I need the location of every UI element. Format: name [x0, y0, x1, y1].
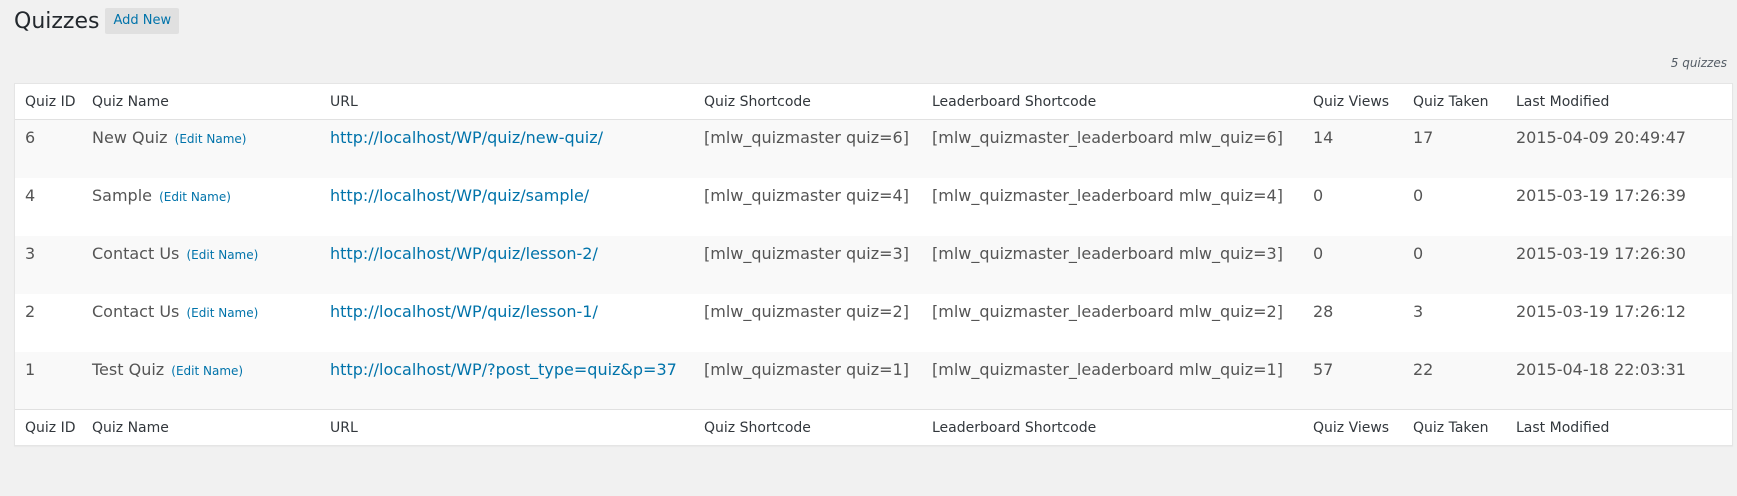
- last-modified-cell: 2015-04-09 20:49:47: [1516, 128, 1686, 147]
- table-footer-row: Quiz ID Quiz Name URL Quiz Shortcode Lea…: [15, 409, 1732, 445]
- quiz-shortcode-cell: [mlw_quizmaster quiz=2]: [704, 301, 909, 321]
- footer-header-quiz-shortcode: Quiz Shortcode: [694, 409, 922, 445]
- quiz-shortcode-cell: [mlw_quizmaster quiz=6]: [704, 128, 909, 147]
- last-modified-cell: 2015-03-19 17:26:30: [1516, 243, 1686, 263]
- column-header-quiz-shortcode: Quiz Shortcode: [694, 84, 922, 120]
- column-header-quiz-name: Quiz Name: [82, 84, 320, 120]
- quiz-shortcode-cell: [mlw_quizmaster quiz=3]: [704, 243, 909, 263]
- url-cell: http://localhost/WP/?post_type=quiz&p=37: [320, 352, 694, 410]
- quiz-url-link[interactable]: http://localhost/WP/quiz/new-quiz/: [330, 128, 603, 147]
- edit-name-link[interactable]: (Edit Name): [186, 306, 258, 320]
- edit-name-link[interactable]: (Edit Name): [159, 190, 231, 204]
- quiz-count: 5 quizzes: [1670, 56, 1727, 70]
- quiz-views-cell: 0: [1313, 185, 1324, 205]
- table-row: 3 Contact Us (Edit Name) http://localhos…: [15, 235, 1732, 294]
- table-row: 2 Contact Us (Edit Name) http://localhos…: [15, 294, 1732, 352]
- quizzes-table: Quiz ID Quiz Name URL Quiz Shortcode Lea…: [15, 84, 1732, 445]
- quiz-name: Contact Us: [92, 301, 180, 321]
- table-row: 1 Test Quiz (Edit Name) http://localhost…: [15, 351, 1732, 410]
- table-header-row: Quiz ID Quiz Name URL Quiz Shortcode Lea…: [15, 84, 1732, 120]
- quizzes-table-container: Quiz ID Quiz Name URL Quiz Shortcode Lea…: [14, 83, 1733, 446]
- quiz-name-cell: New Quiz (Edit Name): [82, 120, 320, 178]
- footer-header-last-modified: Last Modified: [1506, 409, 1732, 445]
- quiz-id-cell: 1: [25, 359, 36, 379]
- last-modified-cell: 2015-03-19 17:26:12: [1516, 301, 1686, 321]
- quiz-id-cell: 2: [25, 301, 36, 321]
- table-row: 4 Sample (Edit Name) http://localhost/WP…: [15, 178, 1732, 236]
- last-modified-cell: 2015-04-18 22:03:31: [1516, 359, 1686, 379]
- quiz-name-cell: Contact Us (Edit Name): [82, 236, 320, 294]
- footer-header-quiz-taken: Quiz Taken: [1403, 409, 1506, 445]
- footer-header-url: URL: [320, 409, 694, 445]
- leaderboard-shortcode-cell: [mlw_quizmaster_leaderboard mlw_quiz=2]: [932, 301, 1283, 321]
- quiz-name-cell: Test Quiz (Edit Name): [82, 352, 320, 410]
- table-row: 6 New Quiz (Edit Name) http://localhost/…: [15, 119, 1732, 178]
- page-header: Quizzes Add New: [14, 8, 180, 34]
- url-cell: http://localhost/WP/quiz/sample/: [320, 178, 694, 236]
- column-header-url: URL: [320, 84, 694, 120]
- quiz-url-link[interactable]: http://localhost/WP/quiz/lesson-1/: [330, 302, 598, 321]
- quiz-views-cell: 14: [1313, 128, 1334, 147]
- quiz-url-link[interactable]: http://localhost/WP/quiz/lesson-2/: [330, 244, 598, 263]
- leaderboard-shortcode-cell: [mlw_quizmaster_leaderboard mlw_quiz=6]: [932, 128, 1283, 147]
- quiz-taken-cell: 3: [1413, 301, 1424, 321]
- quiz-id-cell: 4: [25, 185, 36, 205]
- column-header-last-modified: Last Modified: [1506, 84, 1732, 120]
- quiz-name: Sample: [92, 185, 152, 205]
- quiz-name-cell: Contact Us (Edit Name): [82, 294, 320, 352]
- quiz-views-cell: 0: [1313, 243, 1324, 263]
- quiz-name: Contact Us: [92, 243, 180, 263]
- quiz-taken-cell: 0: [1413, 185, 1424, 205]
- quiz-name: Test Quiz: [92, 359, 165, 379]
- quiz-url-link[interactable]: http://localhost/WP/quiz/sample/: [330, 186, 589, 205]
- quiz-taken-cell: 0: [1413, 243, 1424, 263]
- edit-name-link[interactable]: (Edit Name): [186, 248, 258, 262]
- footer-header-quiz-name: Quiz Name: [82, 409, 320, 445]
- footer-header-quiz-id: Quiz ID: [15, 409, 82, 445]
- quiz-id-cell: 6: [25, 128, 36, 147]
- column-header-quiz-taken: Quiz Taken: [1403, 84, 1506, 120]
- add-new-button[interactable]: Add New: [105, 8, 180, 34]
- edit-name-link[interactable]: (Edit Name): [175, 132, 247, 146]
- quiz-shortcode-cell: [mlw_quizmaster quiz=4]: [704, 185, 909, 205]
- footer-header-leaderboard-shortcode: Leaderboard Shortcode: [922, 409, 1303, 445]
- quiz-url-link[interactable]: http://localhost/WP/?post_type=quiz&p=37: [330, 360, 677, 379]
- last-modified-cell: 2015-03-19 17:26:39: [1516, 185, 1686, 205]
- quiz-taken-cell: 17: [1413, 128, 1434, 147]
- quiz-shortcode-cell: [mlw_quizmaster quiz=1]: [704, 359, 909, 379]
- page-title: Quizzes: [14, 8, 100, 34]
- quiz-taken-cell: 22: [1413, 359, 1434, 379]
- quiz-name-cell: Sample (Edit Name): [82, 178, 320, 236]
- url-cell: http://localhost/WP/quiz/new-quiz/: [320, 120, 694, 178]
- column-header-quiz-views: Quiz Views: [1303, 84, 1403, 120]
- url-cell: http://localhost/WP/quiz/lesson-2/: [320, 236, 694, 294]
- leaderboard-shortcode-cell: [mlw_quizmaster_leaderboard mlw_quiz=1]: [932, 359, 1283, 379]
- url-cell: http://localhost/WP/quiz/lesson-1/: [320, 294, 694, 352]
- leaderboard-shortcode-cell: [mlw_quizmaster_leaderboard mlw_quiz=4]: [932, 185, 1283, 205]
- quiz-views-cell: 57: [1313, 359, 1334, 379]
- column-header-quiz-id: Quiz ID: [15, 84, 82, 120]
- quiz-views-cell: 28: [1313, 301, 1334, 321]
- quiz-id-cell: 3: [25, 243, 36, 263]
- footer-header-quiz-views: Quiz Views: [1303, 409, 1403, 445]
- quiz-name: New Quiz: [92, 128, 168, 147]
- edit-name-link[interactable]: (Edit Name): [171, 364, 243, 378]
- column-header-leaderboard-shortcode: Leaderboard Shortcode: [922, 84, 1303, 120]
- leaderboard-shortcode-cell: [mlw_quizmaster_leaderboard mlw_quiz=3]: [932, 243, 1283, 263]
